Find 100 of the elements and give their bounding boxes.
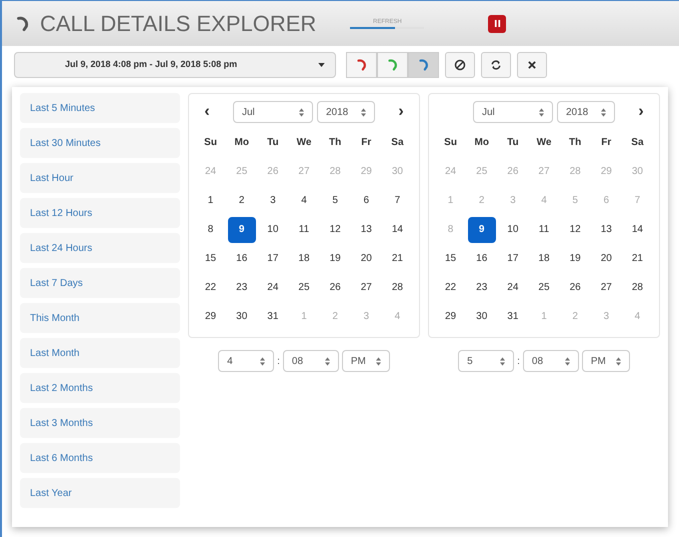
day-cell[interactable]: 17	[498, 246, 527, 272]
range-option[interactable]: This Month	[20, 303, 180, 333]
day-cell[interactable]: 20	[352, 246, 380, 272]
day-cell[interactable]: 7	[383, 188, 412, 214]
pause-icon	[494, 20, 501, 27]
spinner-arrows-icon	[601, 108, 606, 116]
day-cell[interactable]: 21	[383, 246, 412, 272]
day-cell[interactable]: 6	[352, 188, 380, 214]
day-cell[interactable]: 10	[258, 216, 287, 242]
day-cell[interactable]: 3	[258, 188, 287, 214]
day-cell[interactable]: 28	[383, 274, 412, 300]
day-cell[interactable]: 24	[498, 274, 527, 300]
select-field[interactable]: 2018	[557, 101, 615, 123]
range-option[interactable]: Last 7 Days	[20, 268, 180, 298]
day-cell[interactable]: 16	[228, 246, 256, 272]
day-cell[interactable]: 29	[436, 304, 465, 330]
day-cell[interactable]: 4	[290, 188, 318, 214]
day-cell[interactable]: 24	[258, 274, 287, 300]
range-option[interactable]: Last Hour	[20, 163, 180, 193]
spinner-arrows-icon	[361, 108, 366, 116]
toolbar-button[interactable]	[445, 52, 475, 78]
day-cell[interactable]: 10	[498, 216, 527, 242]
day-cell[interactable]: 14	[383, 216, 412, 242]
day-cell[interactable]: 8	[196, 216, 225, 242]
spinner-arrows-icon	[376, 356, 381, 366]
close-icon	[527, 60, 537, 70]
phone-icon	[416, 58, 430, 72]
weekday-label: We	[296, 136, 312, 150]
day-cell[interactable]: 9	[228, 216, 256, 242]
previous-month-button[interactable]: ‹	[199, 100, 215, 124]
next-month-button[interactable]: ›	[393, 100, 409, 124]
toolbar-button[interactable]	[481, 52, 511, 78]
day-cell[interactable]: 11	[290, 216, 318, 242]
next-month-button[interactable]: ›	[633, 100, 649, 124]
refresh-icon	[490, 59, 502, 71]
day-cell[interactable]: 23	[468, 274, 496, 300]
day-cell[interactable]: 29	[196, 304, 225, 330]
day-cell[interactable]: 11	[530, 216, 558, 242]
day-cell[interactable]: 28	[623, 274, 652, 300]
day-cell[interactable]: 16	[468, 246, 496, 272]
select-field[interactable]: 2018	[317, 101, 375, 123]
day-cell[interactable]: 15	[196, 246, 225, 272]
range-option[interactable]: Last 6 Months	[20, 443, 180, 473]
time-separator: :	[277, 354, 280, 368]
day-cell[interactable]: 13	[592, 216, 620, 242]
day-cell[interactable]: 20	[592, 246, 620, 272]
day-cell[interactable]: 15	[436, 246, 465, 272]
day-cell[interactable]: 19	[321, 246, 350, 272]
window-title: CALL DETAILS EXPLORER	[40, 10, 316, 38]
day-cell[interactable]: 22	[436, 274, 465, 300]
day-cell[interactable]: 23	[228, 274, 256, 300]
range-option[interactable]: Last 2 Months	[20, 373, 180, 403]
day-cell[interactable]: 26	[561, 274, 590, 300]
day-cell[interactable]: 30	[228, 304, 256, 330]
select-field[interactable]: PM	[582, 350, 630, 372]
day-cell[interactable]: 27	[592, 274, 620, 300]
day-cell[interactable]: 12	[321, 216, 350, 242]
day-cell[interactable]: 18	[530, 246, 558, 272]
toolbar-button[interactable]	[517, 52, 547, 78]
range-option[interactable]: Last Year	[20, 478, 180, 508]
select-field[interactable]: Jul	[233, 101, 313, 123]
weekday-label: Sa	[391, 136, 404, 150]
day-cell[interactable]: 14	[623, 216, 652, 242]
day-cell[interactable]: 25	[530, 274, 558, 300]
day-cell[interactable]: 5	[321, 188, 350, 214]
day-cell[interactable]: 30	[468, 304, 496, 330]
range-option[interactable]: Last 24 Hours	[20, 233, 180, 263]
spinner-arrows-icon	[260, 356, 266, 366]
day-cell[interactable]: 13	[352, 216, 380, 242]
select-field[interactable]: 08	[282, 350, 339, 372]
call-filter-button[interactable]	[408, 52, 439, 78]
day-cell[interactable]: 9	[468, 216, 496, 242]
day-cell[interactable]: 22	[196, 274, 225, 300]
call-filter-button[interactable]	[346, 52, 377, 78]
day-cell[interactable]: 2	[228, 188, 256, 214]
select-field[interactable]: 08	[522, 350, 579, 372]
select-field[interactable]: PM	[342, 350, 390, 372]
day-cell[interactable]: 19	[561, 246, 590, 272]
day-cell[interactable]: 27	[352, 274, 380, 300]
weekday-label: We	[536, 136, 552, 150]
day-cell[interactable]: 26	[321, 274, 350, 300]
day-cell[interactable]: 31	[258, 304, 287, 330]
day-cell[interactable]: 31	[498, 304, 527, 330]
select-field[interactable]: 5	[458, 350, 514, 372]
day-cell[interactable]: 17	[258, 246, 287, 272]
select-field[interactable]: Jul	[473, 101, 553, 123]
day-cell[interactable]: 1	[196, 188, 225, 214]
range-option[interactable]: Last 5 Minutes	[20, 93, 180, 123]
pause-button[interactable]	[488, 14, 506, 32]
range-option[interactable]: Last Month	[20, 338, 180, 368]
select-field[interactable]: 4	[218, 350, 274, 372]
day-cell[interactable]: 12	[561, 216, 590, 242]
date-range-field[interactable]: Jul 9, 2018 4:08 pm - Jul 9, 2018 5:08 pm	[14, 52, 336, 78]
range-option[interactable]: Last 30 Minutes	[20, 128, 180, 158]
spinner-arrows-icon	[616, 356, 621, 366]
day-cell[interactable]: 18	[290, 246, 318, 272]
range-option[interactable]: Last 12 Hours	[20, 198, 180, 228]
day-cell[interactable]: 25	[290, 274, 318, 300]
day-cell[interactable]: 21	[623, 246, 652, 272]
range-option[interactable]: Last 3 Months	[20, 408, 180, 438]
